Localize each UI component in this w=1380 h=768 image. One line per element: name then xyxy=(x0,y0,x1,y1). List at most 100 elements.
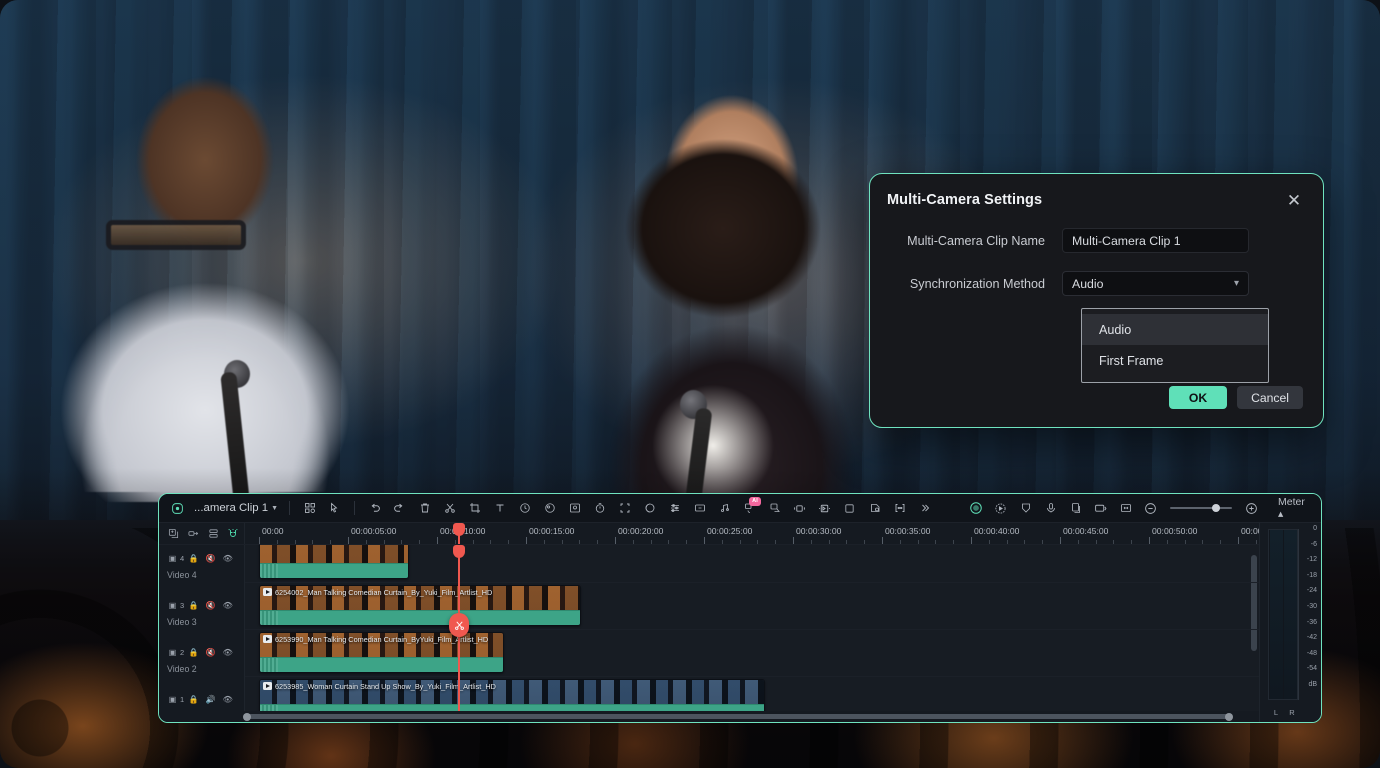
auto-reframe-icon[interactable] xyxy=(612,497,637,520)
marker-icon[interactable] xyxy=(887,497,912,520)
lock-icon[interactable]: 🔒 xyxy=(186,645,201,660)
ok-button[interactable]: OK xyxy=(1169,386,1227,409)
timer-icon[interactable] xyxy=(587,497,612,520)
audio-detach-icon[interactable] xyxy=(712,497,737,520)
clip-name-input[interactable] xyxy=(1062,228,1249,253)
clip-selector-label[interactable]: ...amera Clip 1 xyxy=(194,502,268,514)
record-voiceover-circle-icon[interactable] xyxy=(963,497,988,520)
mute-icon[interactable]: 🔇 xyxy=(203,551,218,566)
eye-icon[interactable]: 👁 xyxy=(220,551,235,566)
home-icon[interactable] xyxy=(165,497,190,520)
redo-icon[interactable] xyxy=(387,497,412,520)
fit-timeline-icon[interactable] xyxy=(1113,497,1138,520)
zoom-out-icon[interactable] xyxy=(1138,497,1163,520)
track-name-label: Video 2 xyxy=(165,664,245,674)
ruler-label: 00:00:35:00 xyxy=(885,526,930,536)
playhead-handle[interactable] xyxy=(453,523,465,536)
cursor-select-icon[interactable] xyxy=(322,497,347,520)
hscroll-left-handle[interactable] xyxy=(243,713,251,721)
timeline-clip[interactable]: 6254002_Man Talking Comedian Curtain_By_… xyxy=(259,585,581,626)
track-number: 3 xyxy=(180,601,184,610)
timeline-clip[interactable]: 6253990_Man Talking Comedian Curtain_ByY… xyxy=(259,632,504,673)
playhead-handle[interactable] xyxy=(453,545,465,558)
chevron-down-icon[interactable]: ▼ xyxy=(271,505,278,512)
text-icon[interactable] xyxy=(487,497,512,520)
ruler-minor-tick xyxy=(1007,540,1008,544)
close-icon[interactable]: ✕ xyxy=(1284,190,1304,210)
timeline-zoom-slider[interactable] xyxy=(1138,497,1264,520)
sync-method-select[interactable]: Audio ▾ xyxy=(1062,271,1249,296)
camera-icon[interactable]: ▣ xyxy=(165,551,180,566)
eye-icon[interactable]: 👁 xyxy=(220,692,235,707)
zoom-in-icon[interactable] xyxy=(1239,497,1264,520)
ruler-minor-tick xyxy=(490,540,491,544)
split-scissors-icon[interactable] xyxy=(437,497,462,520)
ruler-minor-tick xyxy=(757,540,758,544)
mute-icon[interactable]: 🔇 xyxy=(203,645,218,660)
motion-tracking-icon[interactable] xyxy=(762,497,787,520)
ruler-minor-tick xyxy=(295,540,296,544)
mute-icon[interactable]: 🔇 xyxy=(203,598,218,613)
camera-icon[interactable]: ▣ xyxy=(165,645,180,660)
eye-icon[interactable]: 👁 xyxy=(220,598,235,613)
hscroll-right-handle[interactable] xyxy=(1225,713,1233,721)
audio-ducking-icon[interactable] xyxy=(812,497,837,520)
cancel-button[interactable]: Cancel xyxy=(1237,386,1303,409)
zoom-slider-handle[interactable] xyxy=(1212,504,1220,512)
speed-icon[interactable] xyxy=(512,497,537,520)
sticker-icon[interactable] xyxy=(862,497,887,520)
keyframe-icon[interactable] xyxy=(687,497,712,520)
dropdown-option-audio[interactable]: Audio xyxy=(1082,314,1268,345)
app-window: Multi-Camera Settings ✕ Multi-Camera Cli… xyxy=(0,0,1380,768)
clip-thumbnail-strip xyxy=(260,586,580,611)
undo-icon[interactable] xyxy=(362,497,387,520)
add-track-icon[interactable] xyxy=(164,525,182,543)
track-header: ▣3🔒🔇👁Video 3 xyxy=(159,593,245,627)
ruler-label: 00:00 xyxy=(262,526,284,536)
crop-icon[interactable] xyxy=(462,497,487,520)
green-screen-icon[interactable] xyxy=(562,497,587,520)
lock-icon[interactable]: 🔒 xyxy=(186,551,201,566)
mask-icon[interactable] xyxy=(637,497,662,520)
zoom-slider-track[interactable] xyxy=(1170,507,1232,509)
audio-mixer-icon[interactable] xyxy=(662,497,687,520)
track-number: 4 xyxy=(180,554,184,563)
camera-icon[interactable]: ▣ xyxy=(165,692,180,707)
split-marker-button[interactable] xyxy=(449,613,469,637)
timeline-clip[interactable] xyxy=(259,545,409,579)
horizontal-scrollbar[interactable] xyxy=(245,714,1231,719)
freeze-frame-icon[interactable] xyxy=(787,497,812,520)
clipboard-icon[interactable] xyxy=(1063,497,1088,520)
timeline-ruler[interactable]: 00:0000:00:05:0000:00:10:0000:00:15:0000… xyxy=(245,523,1259,544)
ruler-minor-tick xyxy=(722,540,723,544)
track-header: ▣4🔒🔇👁Video 4 xyxy=(159,546,245,580)
screen-record-icon[interactable] xyxy=(1088,497,1113,520)
horizontal-scrollbar-row xyxy=(159,711,1259,722)
meter-panel-label[interactable]: Meter ▴ xyxy=(1264,496,1315,520)
link-clips-icon[interactable] xyxy=(184,525,202,543)
auto-beat-sync-icon[interactable] xyxy=(988,497,1013,520)
lock-icon[interactable]: 🔒 xyxy=(186,692,201,707)
ruler-label: 00:00:55:00 xyxy=(1241,526,1259,536)
dialog-title: Multi-Camera Settings xyxy=(887,192,1042,208)
volume-icon[interactable]: 🔊 xyxy=(203,692,218,707)
magnet-snap-icon[interactable] xyxy=(224,525,242,543)
layers-icon[interactable] xyxy=(204,525,222,543)
lock-icon[interactable]: 🔒 xyxy=(186,598,201,613)
color-palette-icon[interactable] xyxy=(537,497,562,520)
camera-icon[interactable]: ▣ xyxy=(165,598,180,613)
track-lanes[interactable]: 6254002_Man Talking Comedian Curtain_By_… xyxy=(245,545,1259,711)
more-icon[interactable] xyxy=(912,497,937,520)
ruler-playhead[interactable] xyxy=(458,523,460,544)
sync-method-value: Audio xyxy=(1072,277,1234,291)
shield-icon[interactable] xyxy=(1013,497,1038,520)
dialog-actions: OK Cancel xyxy=(1169,386,1303,409)
eye-icon[interactable]: 👁 xyxy=(220,645,235,660)
dropdown-option-first-frame[interactable]: First Frame xyxy=(1082,345,1268,376)
microphone-icon[interactable] xyxy=(1038,497,1063,520)
ai-smart-cutout-icon[interactable]: AI xyxy=(737,497,762,520)
grid-view-icon[interactable] xyxy=(297,497,322,520)
delete-icon[interactable] xyxy=(412,497,437,520)
timeline-clip[interactable]: 6253985_Woman Curtain Stand Up Show_By_Y… xyxy=(259,679,765,711)
background-icon[interactable] xyxy=(837,497,862,520)
